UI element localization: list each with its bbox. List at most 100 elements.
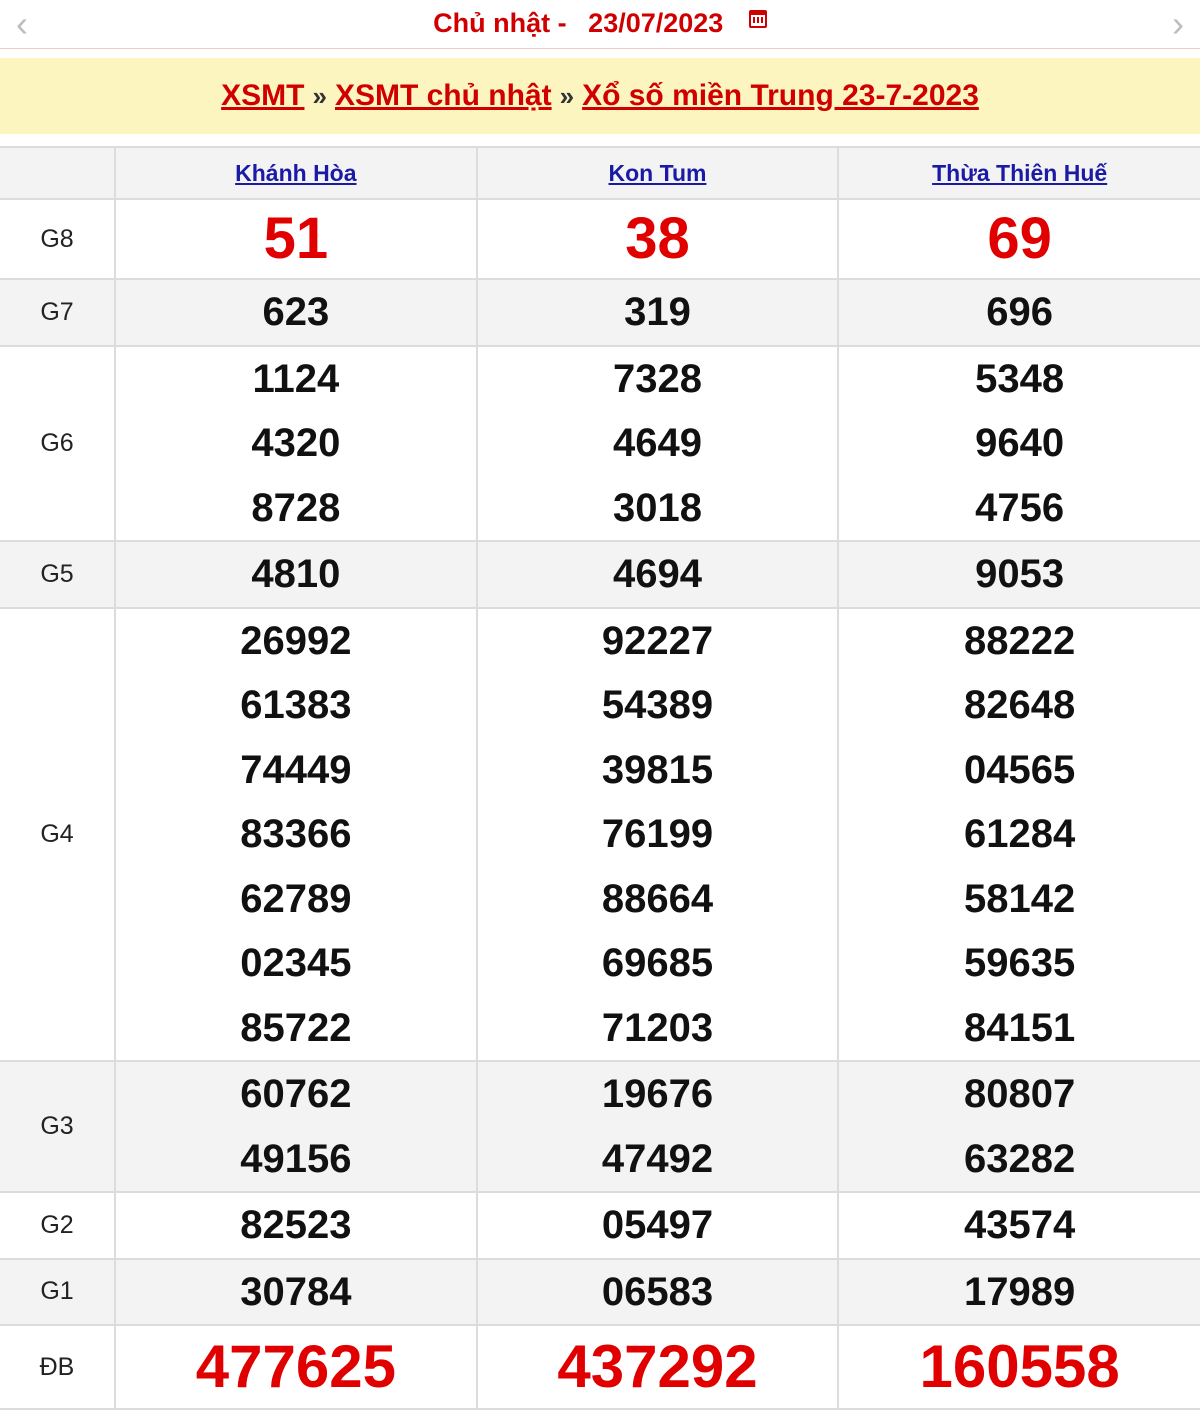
winning-number: 05497 [601,1203,714,1247]
result-cell: 06583 [475,1257,840,1326]
prize-row-g7: G7 623 319 696 [0,278,1200,347]
winning-number: 17989 [964,1269,1076,1314]
prize-label: G7 [0,278,116,347]
prize-label: G6 [0,344,116,542]
lottery-results-table: Khánh Hòa Kon Tum Thừa Thiên Huế G8 51 38 6… [0,146,1200,1410]
result-cell: 26992 61383 74449 83366 62789 02345 85722 [114,606,478,1062]
result-cell: 5348 9640 4756 [837,344,1200,542]
winning-number: 319 [624,290,691,334]
result-cell: 80807 63282 [837,1060,1200,1193]
calendar-icon[interactable] [748,10,767,28]
winning-number: 76199 [601,812,714,856]
date-heading: Chủ nhật - 23/07/2023 [0,6,1200,40]
result-cell: 43574 [837,1191,1200,1260]
winning-number: 88664 [601,876,714,921]
winning-number: 4320 [251,421,341,465]
winning-number: 69685 [601,941,714,985]
winning-number: 30784 [240,1269,352,1314]
prize-row-g4: G4 26992 61383 74449 83366 62789 02345 85722 922… [0,606,1200,1062]
breadcrumb-link-current-draw[interactable]: Xổ số miền Trung 23-7-2023 [582,79,979,112]
winning-number: 4649 [612,421,702,465]
result-cell: 319 [475,278,840,347]
province-link-thua-thien-hue[interactable]: Thừa Thiên Huế [932,160,1107,186]
province-link-kon-tum[interactable]: Kon Tum [609,160,707,186]
winning-number: 82523 [240,1203,352,1247]
result-cell: 69 [837,198,1200,280]
winning-number: 62789 [240,876,352,921]
winning-number: 39815 [601,747,714,792]
winning-number: 88222 [964,618,1076,663]
result-cell: 4694 [475,540,840,609]
prize-label: G2 [0,1191,116,1260]
winning-number: 5348 [975,356,1065,401]
prize-row-g8: G8 51 38 69 [0,198,1200,280]
winning-number: 85722 [240,1005,352,1050]
prize-label: G5 [0,540,116,609]
winning-number: 47492 [601,1136,714,1181]
prize-row-g3: G3 60762 49156 19676 47492 80807 63282 [0,1060,1200,1193]
prize-label: G8 [0,198,116,280]
prize-row-g5: G5 4810 4694 9053 [0,540,1200,609]
winning-number: 38 [625,206,690,271]
result-cell: 9053 [837,540,1200,609]
winning-number: 83366 [240,812,352,856]
corner-cell [0,146,116,200]
breadcrumb-separator: » [559,81,575,111]
result-cell: 477625 [114,1324,478,1410]
weekday-label: Chủ nhật - [433,8,567,38]
winning-number: 69 [987,206,1052,271]
winning-number: 63282 [964,1136,1076,1181]
winning-number: 437292 [557,1333,758,1400]
winning-number: 160558 [919,1333,1120,1400]
winning-number: 8728 [251,485,341,530]
result-cell: 60762 49156 [114,1060,478,1193]
winning-number: 82648 [964,683,1076,727]
result-cell: 30784 [114,1257,478,1326]
winning-number: 49156 [240,1136,352,1181]
prize-label: G3 [0,1060,116,1193]
winning-number: 92227 [601,618,714,663]
result-cell: 696 [837,278,1200,347]
prize-row-g1: G1 30784 06583 17989 [0,1257,1200,1326]
winning-number: 04565 [964,747,1076,792]
prize-row-g6: G6 1124 4320 8728 7328 4649 3018 5348 9640 4756 [0,344,1200,542]
winning-number: 61284 [964,812,1076,856]
next-day-arrow-icon[interactable]: › [1158,4,1198,44]
prize-row-g2: G2 82523 05497 43574 [0,1191,1200,1260]
result-cell: 38 [475,198,840,280]
winning-number: 26992 [240,618,352,663]
result-cell: 05497 [475,1191,840,1260]
result-cell: 92227 54389 39815 76199 88664 69685 71203 [475,606,840,1062]
prize-label: G4 [0,606,116,1062]
breadcrumb-link-xsmt[interactable]: XSMT [221,79,304,112]
result-cell: 19676 47492 [475,1060,840,1193]
winning-number: 696 [986,290,1054,334]
winning-number: 4694 [612,552,702,596]
result-cell: 51 [114,198,478,280]
result-cell: 160558 [837,1324,1200,1410]
date-value[interactable]: 23/07/2023 [588,8,723,38]
breadcrumb-link-xsmt-sunday[interactable]: XSMT chủ nhật [335,79,552,112]
winning-number: 54389 [601,683,714,727]
breadcrumb: XSMT» XSMT chủ nhật» Xổ số miền Trung 23-7… [0,58,1200,134]
winning-number: 623 [262,290,330,334]
result-cell: 82523 [114,1191,478,1260]
winning-number: 84151 [964,1005,1076,1050]
province-link-khanh-hoa[interactable]: Khánh Hòa [235,160,356,186]
prize-label: ĐB [0,1324,116,1410]
winning-number: 9640 [975,421,1065,465]
winning-number: 58142 [964,876,1076,921]
winning-number: 71203 [601,1005,714,1050]
result-cell: 88222 82648 04565 61284 58142 59635 84151 [837,606,1200,1062]
result-cell: 7328 4649 3018 [475,344,840,542]
winning-number: 4756 [975,485,1065,530]
breadcrumb-separator: » [312,81,327,111]
winning-number: 3018 [612,485,702,530]
date-nav-bar: ‹ Chủ nhật - 23/07/2023 › [0,0,1200,49]
province-header: Thừa Thiên Huế [837,146,1200,200]
province-header: Khánh Hòa [114,146,478,200]
winning-number: 51 [263,206,329,271]
province-header: Kon Tum [475,146,840,200]
result-cell: 17989 [837,1257,1200,1326]
prize-label: G1 [0,1257,116,1326]
